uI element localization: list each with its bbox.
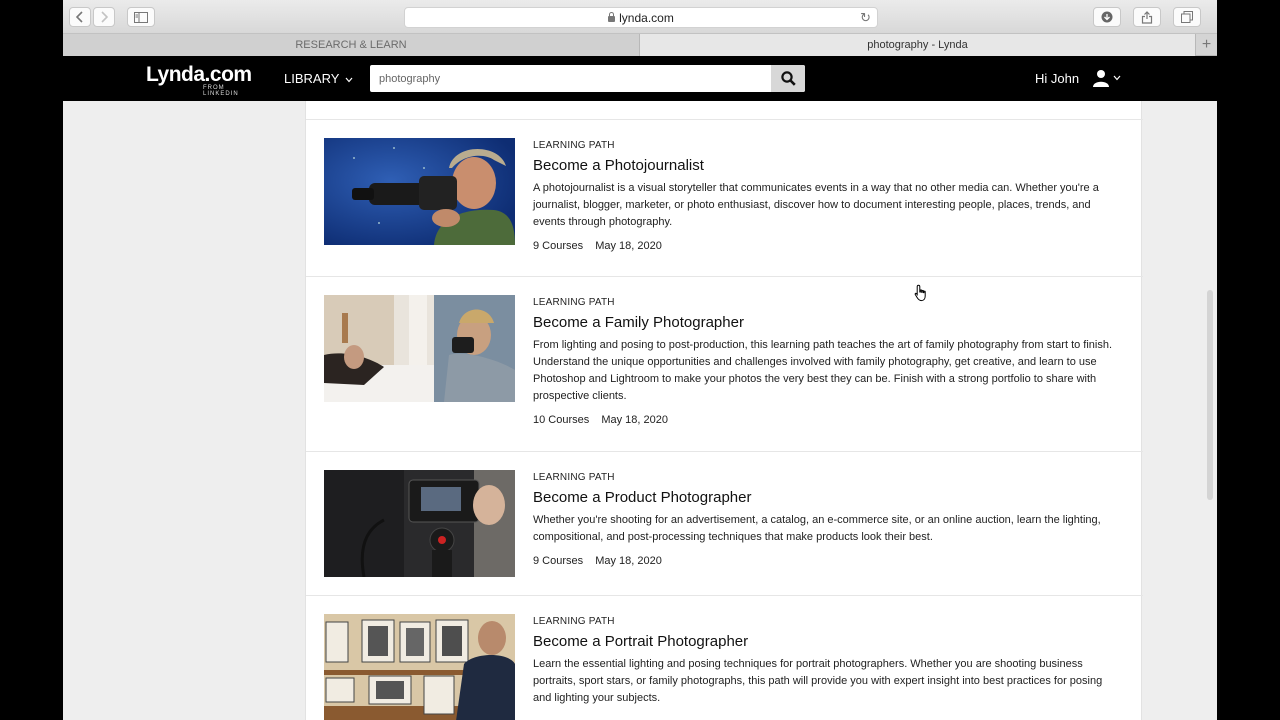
share-icon (1141, 10, 1153, 24)
reload-icon[interactable]: ↻ (860, 10, 871, 26)
result-date: May 18, 2020 (595, 240, 662, 252)
chevron-down-icon (1113, 75, 1121, 81)
result-description: A photojournalist is a visual storytelle… (533, 182, 1099, 228)
result-item[interactable]: LEARNING PATH Become a Product Photograp… (306, 452, 1143, 596)
tabs-overview-button[interactable] (1173, 7, 1201, 27)
portrait-photographer-image (324, 614, 515, 720)
search-box (370, 65, 805, 92)
chevron-left-icon (76, 11, 83, 23)
result-type: LEARNING PATH (533, 616, 615, 627)
result-type: LEARNING PATH (533, 140, 615, 151)
user-icon (1093, 70, 1109, 87)
result-title[interactable]: Become a Photojournalist (533, 157, 1123, 174)
result-date: May 18, 2020 (601, 414, 668, 426)
tab-photography-lynda[interactable]: photography - Lynda (640, 34, 1195, 56)
result-type: LEARNING PATH (533, 297, 615, 308)
logo-text: Lynda.com (146, 63, 252, 86)
tab-bar: RESEARCH & LEARN photography - Lynda + (63, 34, 1217, 56)
result-title[interactable]: Become a Portrait Photographer (533, 633, 1123, 650)
result-item[interactable]: LEARNING PATH Become a Family Photograph… (306, 277, 1143, 452)
address-bar[interactable]: lynda.com ↻ (404, 7, 878, 28)
result-thumbnail[interactable] (324, 295, 515, 402)
result-title[interactable]: Become a Family Photographer (533, 314, 1123, 331)
new-tab-button[interactable]: + (1195, 34, 1217, 56)
download-icon (1101, 11, 1113, 23)
sidebar-icon (134, 11, 148, 23)
downloads-button[interactable] (1093, 7, 1121, 27)
share-button[interactable] (1133, 7, 1161, 27)
result-info: LEARNING PATH Become a Portrait Photogra… (533, 616, 1123, 707)
logo-subtext: FROM LINKEDIN (203, 85, 239, 97)
search-button[interactable] (771, 65, 805, 92)
result-date: May 18, 2020 (595, 555, 662, 567)
page-scrollbar[interactable] (1207, 290, 1213, 500)
result-type: LEARNING PATH (533, 472, 615, 483)
search-input[interactable] (370, 65, 770, 92)
forward-button[interactable] (93, 7, 115, 27)
search-results: LEARNING PATH Become a Photojournalist A… (305, 101, 1143, 720)
photojournalist-image (324, 138, 515, 245)
user-greeting: Hi John (1035, 71, 1080, 86)
page-content: LEARNING PATH Become a Photojournalist A… (63, 101, 1217, 720)
result-item[interactable]: LEARNING PATH Become a Portrait Photogra… (306, 596, 1143, 720)
address-text: lynda.com (619, 10, 674, 25)
chevron-down-icon (345, 77, 353, 83)
sidebar-button[interactable] (127, 7, 155, 27)
result-description: From lighting and posing to post-product… (533, 339, 1113, 402)
browser-toolbar: lynda.com ↻ (63, 0, 1217, 34)
result-info: LEARNING PATH Become a Product Photograp… (533, 472, 1123, 567)
result-meta: 9 Courses May 18, 2020 (533, 555, 1123, 567)
library-menu[interactable]: LIBRARY (284, 71, 353, 86)
tab-research-learn[interactable]: RESEARCH & LEARN (63, 34, 640, 56)
course-count: 9 Courses (533, 555, 584, 567)
result-info: LEARNING PATH Become a Photojournalist A… (533, 140, 1123, 252)
result-meta: 9 Courses May 18, 2020 (533, 240, 1123, 252)
course-count: 10 Courses (533, 414, 590, 426)
family-photographer-image (324, 295, 515, 402)
result-item[interactable]: LEARNING PATH Become a Photojournalist A… (306, 120, 1143, 277)
site-header: Lynda.com FROM LINKEDIN LIBRARY Hi John (63, 56, 1217, 101)
product-photographer-image (324, 470, 515, 577)
result-thumbnail[interactable] (324, 470, 515, 577)
tabs-icon (1181, 11, 1193, 23)
search-icon (780, 71, 796, 86)
library-label: LIBRARY (284, 71, 340, 86)
course-count: 9 Courses (533, 240, 584, 252)
result-description: Whether you're shooting for an advertise… (533, 514, 1101, 543)
hand-cursor-icon (914, 284, 926, 302)
lynda-logo[interactable]: Lynda.com FROM LINKEDIN (146, 63, 252, 98)
user-menu[interactable] (1092, 68, 1122, 88)
lock-icon (608, 11, 616, 22)
back-button[interactable] (69, 7, 91, 27)
browser-window: lynda.com ↻ RESEARCH & LEARN photography… (63, 0, 1217, 720)
result-title[interactable]: Become a Product Photographer (533, 489, 1123, 506)
result-description: Learn the essential lighting and posing … (533, 658, 1103, 704)
result-thumbnail[interactable] (324, 614, 515, 720)
chevron-right-icon (101, 11, 108, 23)
result-meta: 10 Courses May 18, 2020 (533, 414, 1123, 426)
result-thumbnail[interactable] (324, 138, 515, 245)
result-info: LEARNING PATH Become a Family Photograph… (533, 297, 1123, 426)
